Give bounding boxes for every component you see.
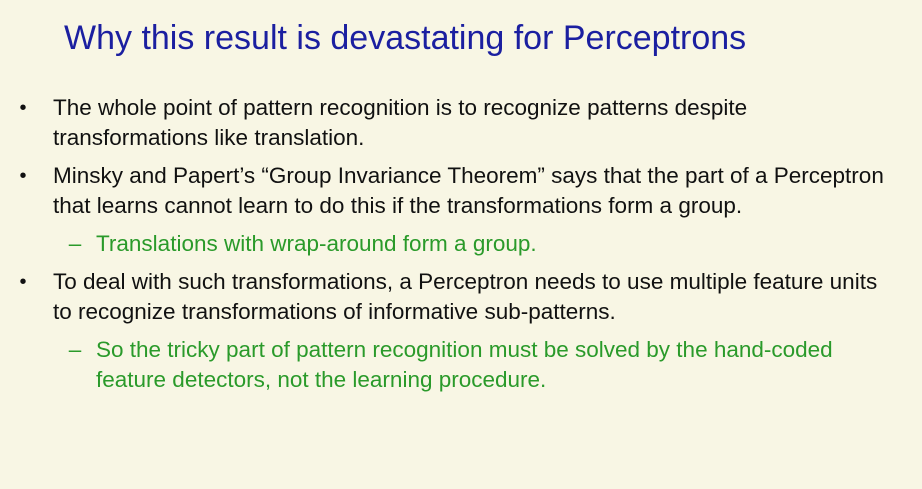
sub-bullet-item: – Translations with wrap-around form a g… bbox=[0, 229, 922, 259]
slide-title: Why this result is devastating for Perce… bbox=[64, 19, 747, 57]
bullet-list: • The whole point of pattern recognition… bbox=[0, 93, 922, 403]
bullet-item: • The whole point of pattern recognition… bbox=[0, 93, 922, 153]
sub-bullet-text: Translations with wrap-around form a gro… bbox=[96, 231, 537, 256]
sub-bullet-item: – So the tricky part of pattern recognit… bbox=[0, 335, 922, 395]
bullet-marker: • bbox=[19, 97, 27, 119]
dash-marker: – bbox=[68, 231, 82, 256]
bullet-text: Minsky and Papert’s “Group Invariance Th… bbox=[53, 163, 884, 218]
bullet-marker: • bbox=[19, 271, 27, 293]
dash-marker: – bbox=[68, 337, 82, 362]
sub-bullet-text: So the tricky part of pattern recognitio… bbox=[96, 337, 833, 392]
bullet-text: To deal with such transformations, a Per… bbox=[53, 269, 878, 324]
bullet-item: • To deal with such transformations, a P… bbox=[0, 267, 922, 327]
bullet-item: • Minsky and Papert’s “Group Invariance … bbox=[0, 161, 922, 221]
slide: Why this result is devastating for Perce… bbox=[0, 0, 922, 489]
bullet-text: The whole point of pattern recognition i… bbox=[53, 95, 748, 150]
bullet-marker: • bbox=[19, 165, 27, 187]
